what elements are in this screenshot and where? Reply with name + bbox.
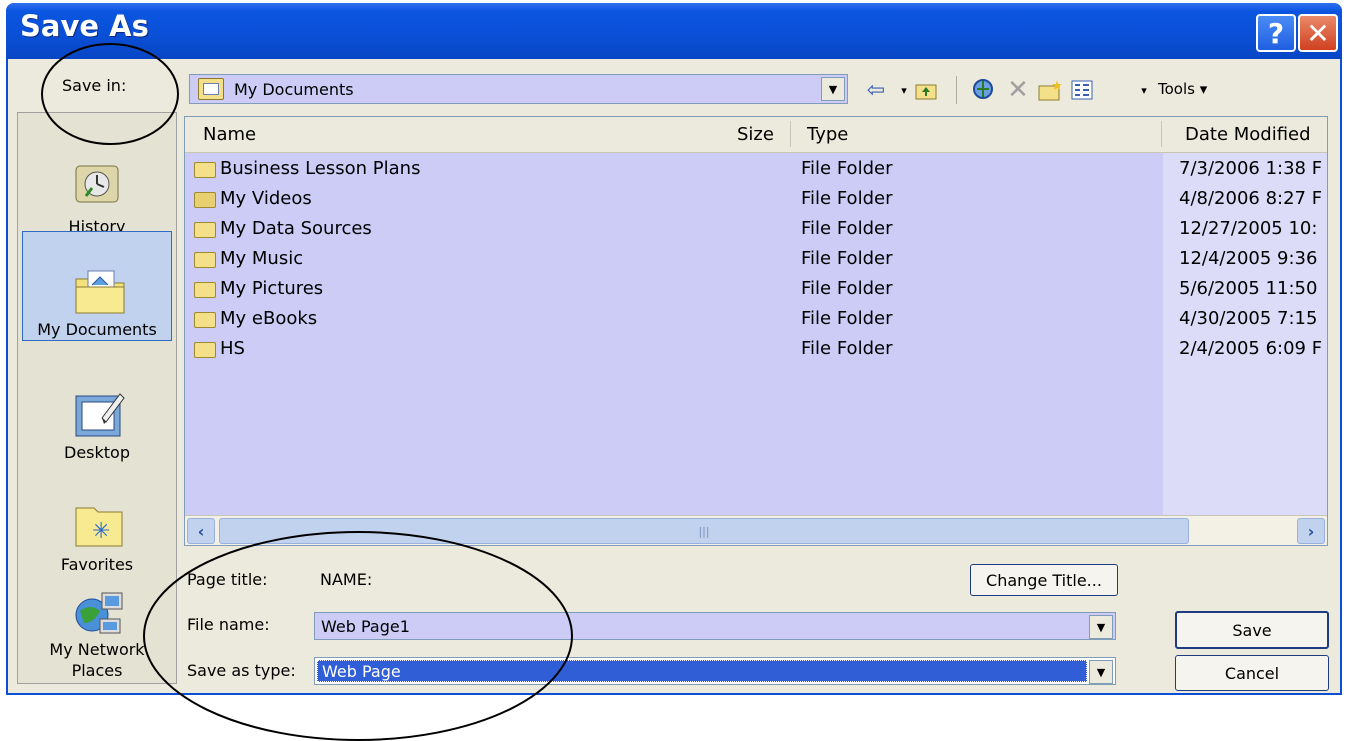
file-type: File Folder <box>801 188 893 209</box>
place-network[interactable]: My Network Places <box>22 569 172 681</box>
chevron-down-icon[interactable]: ▼ <box>1089 615 1113 639</box>
file-date: 4/30/2005 7:15 <box>1179 308 1318 329</box>
file-type: File Folder <box>801 158 893 179</box>
file-name: HS <box>220 338 245 359</box>
new-folder-icon[interactable] <box>1036 77 1064 103</box>
table-row[interactable]: My Music File Folder 12/4/2005 9:36 <box>185 245 1327 275</box>
file-date: 4/8/2006 8:27 F <box>1179 188 1323 209</box>
file-date: 12/4/2005 9:36 <box>1179 248 1318 269</box>
file-name-value: Web Page1 <box>321 616 410 636</box>
folder-icon <box>194 342 216 358</box>
file-date: 2/4/2005 6:09 F <box>1179 338 1323 359</box>
views-icon[interactable] <box>1068 77 1096 103</box>
column-header-name[interactable]: Name <box>203 124 256 145</box>
place-label: Desktop <box>64 443 130 462</box>
save-in-value: My Documents <box>234 79 354 99</box>
search-web-icon[interactable] <box>970 77 998 103</box>
svg-text:✳: ✳ <box>92 519 110 544</box>
file-name: My Music <box>220 248 304 269</box>
file-name: My Data Sources <box>220 218 372 239</box>
file-date: 12/27/2005 10: <box>1179 218 1318 239</box>
save-button[interactable]: Save <box>1175 611 1329 649</box>
title-bar[interactable]: Save As ? ✕ <box>6 3 1342 59</box>
table-row[interactable]: Business Lesson Plans File Folder 7/3/20… <box>185 155 1327 185</box>
window-title: Save As <box>20 9 149 43</box>
cancel-button[interactable]: Cancel <box>1175 655 1329 691</box>
folder-icon <box>194 162 216 178</box>
close-button[interactable]: ✕ <box>1298 14 1338 52</box>
toolbar-separator <box>956 76 957 104</box>
place-desktop[interactable]: Desktop <box>22 353 172 463</box>
file-list[interactable]: Name Size Type Date Modified Business Le… <box>184 116 1328 546</box>
horizontal-scrollbar[interactable]: ‹ ||| › <box>185 515 1327 545</box>
place-label: My Documents <box>37 320 157 339</box>
place-favorites[interactable]: ✳ Favorites <box>22 465 172 575</box>
file-type: File Folder <box>801 308 893 329</box>
file-type: File Folder <box>801 338 893 359</box>
folder-icon <box>194 312 216 328</box>
data-sources-folder-icon <box>194 222 216 238</box>
file-name: Business Lesson Plans <box>220 158 421 179</box>
chevron-down-icon[interactable]: ▼ <box>821 77 845 101</box>
places-bar: History My Documents Desktop ✳ Favorites… <box>17 112 177 684</box>
save-as-type-value: Web Page <box>317 660 1087 682</box>
table-row[interactable]: My Data Sources File Folder 12/27/2005 1… <box>185 215 1327 245</box>
desktop-icon <box>72 388 125 437</box>
video-folder-icon <box>194 192 216 208</box>
history-icon <box>72 162 122 208</box>
page-title-value: NAME: <box>320 570 373 589</box>
file-type: File Folder <box>801 218 893 239</box>
column-header-date[interactable]: Date Modified <box>1185 124 1311 145</box>
tools-menu[interactable]: Tools ▾ <box>1158 80 1207 98</box>
table-row[interactable]: My Videos File Folder 4/8/2006 8:27 F <box>185 185 1327 215</box>
table-row[interactable]: HS File Folder 2/4/2005 6:09 F <box>185 335 1327 365</box>
views-dropdown-icon[interactable]: ▾ <box>1130 77 1158 103</box>
network-places-icon <box>72 589 123 635</box>
scroll-left-icon[interactable]: ‹ <box>187 518 215 544</box>
delete-icon[interactable]: ✕ <box>1004 75 1032 105</box>
list-header: Name Size Type Date Modified <box>185 117 1327 153</box>
change-title-button[interactable]: Change Title... <box>970 564 1118 596</box>
place-history[interactable]: History <box>22 127 172 237</box>
column-header-type[interactable]: Type <box>807 124 848 145</box>
my-documents-icon <box>72 265 125 314</box>
file-name: My eBooks <box>220 308 318 329</box>
back-arrow-icon[interactable]: ⇦ <box>862 77 890 103</box>
table-row[interactable]: My Pictures File Folder 5/6/2005 11:50 <box>185 275 1327 305</box>
scroll-right-icon[interactable]: › <box>1297 518 1325 544</box>
save-in-dropdown[interactable]: My Documents ▼ <box>189 74 848 104</box>
table-row[interactable]: My eBooks File Folder 4/30/2005 7:15 <box>185 305 1327 335</box>
music-folder-icon <box>194 252 216 268</box>
save-in-label: Save in: <box>62 76 127 95</box>
place-label: My Network Places <box>49 640 145 680</box>
page-title-label: Page title: <box>187 570 268 589</box>
save-as-type-label: Save as type: <box>187 661 296 680</box>
file-name: My Videos <box>220 188 312 209</box>
place-my-documents[interactable]: My Documents <box>22 231 172 341</box>
column-separator[interactable] <box>1161 121 1162 147</box>
file-name: My Pictures <box>220 278 324 299</box>
chevron-down-icon[interactable]: ▼ <box>1089 660 1113 684</box>
file-type: File Folder <box>801 248 893 269</box>
file-date: 7/3/2006 1:38 F <box>1179 158 1323 179</box>
column-separator[interactable] <box>790 121 791 147</box>
favorites-icon: ✳ <box>72 500 123 547</box>
pictures-folder-icon <box>194 282 216 298</box>
file-date: 5/6/2005 11:50 <box>1179 278 1318 299</box>
up-folder-icon[interactable] <box>912 77 940 103</box>
folder-icon <box>198 78 224 100</box>
column-header-size[interactable]: Size <box>737 124 774 145</box>
save-as-type-dropdown[interactable]: Web Page ▼ <box>314 657 1116 685</box>
file-name-input[interactable]: Web Page1 ▼ <box>314 612 1116 640</box>
file-type: File Folder <box>801 278 893 299</box>
file-name-label: File name: <box>187 615 270 634</box>
scroll-thumb[interactable]: ||| <box>219 518 1189 544</box>
help-button[interactable]: ? <box>1256 14 1296 52</box>
